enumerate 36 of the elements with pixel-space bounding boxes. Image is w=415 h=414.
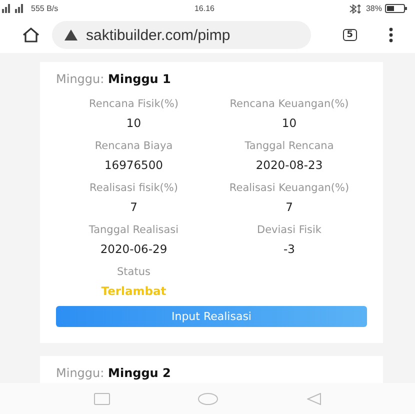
field-value: 7 xyxy=(130,200,138,214)
back-icon[interactable] xyxy=(306,392,321,404)
field-label: Status xyxy=(117,266,150,278)
url-text: saktibuilder.com/pimp xyxy=(86,26,230,44)
tab-count-button[interactable]: 5 xyxy=(342,29,357,41)
clock-time: 16.16 xyxy=(194,4,215,13)
field-label: Tanggal Realisasi xyxy=(88,224,179,236)
field-label: Deviasi Fisik xyxy=(257,224,322,236)
week-label: Minggu: xyxy=(56,72,104,86)
field-value: 7 xyxy=(286,200,293,214)
battery-icon xyxy=(385,4,407,13)
home-icon[interactable] xyxy=(22,27,40,43)
field-label: Rencana Biaya xyxy=(94,140,173,152)
field-value: 2020-06-29 xyxy=(100,242,168,256)
field-value: 10 xyxy=(282,116,297,130)
home-circle-icon[interactable] xyxy=(198,392,218,404)
field-value: 10 xyxy=(126,116,142,130)
status-value: Terlambat xyxy=(101,284,166,298)
field-value: 2020-08-23 xyxy=(256,158,323,172)
recents-icon[interactable] xyxy=(94,392,110,404)
week-title: Minggu 1 xyxy=(108,72,171,86)
warning-icon xyxy=(64,29,78,41)
field-label: Rencana Fisik(%) xyxy=(89,98,178,110)
field-value: 16976500 xyxy=(104,158,164,172)
field-label: Rencana Keuangan(%) xyxy=(230,98,349,110)
field-label: Realisasi fisik(%) xyxy=(90,182,178,194)
network-speed: 555 B/s xyxy=(31,4,58,13)
week-title: Minggu 2 xyxy=(108,366,171,380)
menu-icon[interactable] xyxy=(389,27,393,43)
field-value: -3 xyxy=(284,242,295,256)
field-label: Tanggal Rencana xyxy=(244,140,334,152)
address-bar[interactable]: saktibuilder.com/pimp xyxy=(52,21,311,49)
week-label: Minggu: xyxy=(56,366,104,380)
bluetooth-icon xyxy=(348,4,363,14)
field-label: Realisasi Keuangan(%) xyxy=(229,182,350,194)
battery-percent: 38% xyxy=(366,4,382,13)
